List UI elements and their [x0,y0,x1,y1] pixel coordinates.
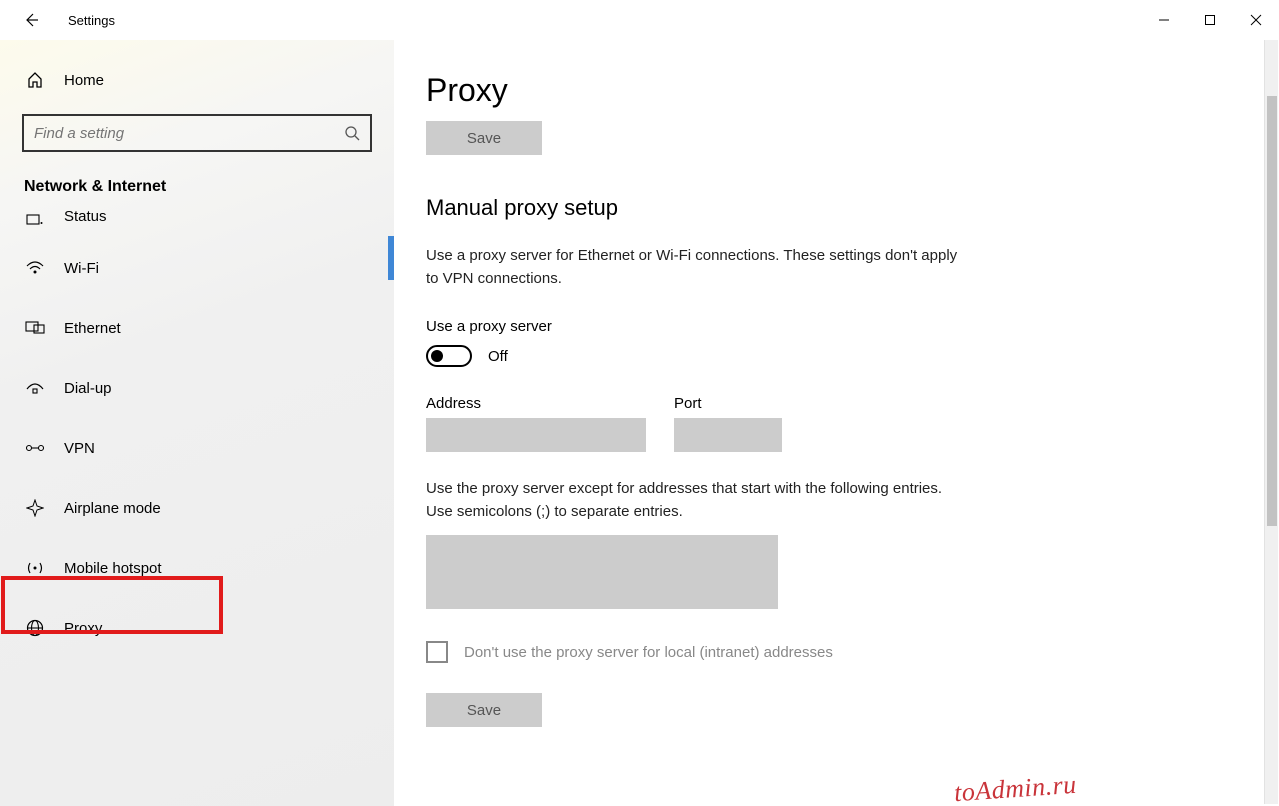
sidebar-item-dialup[interactable]: Dial-up [0,358,394,418]
use-proxy-label: Use a proxy server [426,318,1247,335]
use-proxy-toggle[interactable] [426,345,472,367]
content-area: Proxy Save Manual proxy setup Use a prox… [394,40,1279,806]
back-arrow-icon[interactable] [22,11,40,29]
minimize-button[interactable] [1141,0,1187,40]
toggle-state-label: Off [488,348,508,365]
sidebar-item-status[interactable]: Status [0,206,394,238]
close-button[interactable] [1233,0,1279,40]
hotspot-icon [24,560,46,576]
sidebar-item-label: Dial-up [64,380,112,397]
scroll-thumb[interactable] [1267,96,1277,526]
status-icon [24,214,46,226]
sidebar-item-label: Wi-Fi [64,260,99,277]
wifi-icon [24,261,46,275]
sidebar-item-wifi[interactable]: Wi-Fi [0,238,394,298]
home-label: Home [64,72,104,89]
home-icon [24,71,46,89]
save-button-top[interactable]: Save [426,121,542,155]
ethernet-icon [24,321,46,335]
home-nav[interactable]: Home [0,50,394,110]
sidebar-item-vpn[interactable]: VPN [0,418,394,478]
maximize-button[interactable] [1187,0,1233,40]
nav-list: Status Wi-Fi Ethernet Dial-up [0,206,394,658]
save-button-bottom[interactable]: Save [426,693,542,727]
airplane-icon [24,499,46,517]
watermark: toAdmin.ru [953,770,1078,806]
toggle-knob [431,350,443,362]
category-header: Network & Internet [0,178,394,196]
local-bypass-label: Don't use the proxy server for local (in… [464,644,833,661]
address-label: Address [426,395,646,412]
search-field[interactable] [34,125,344,142]
window-title: Settings [68,13,115,28]
sidebar-item-airplane[interactable]: Airplane mode [0,478,394,538]
save-button-label: Save [467,702,501,719]
page-title: Proxy [426,72,1247,109]
port-input[interactable] [674,418,782,452]
exceptions-input[interactable] [426,535,778,609]
sidebar-item-proxy[interactable]: Proxy [0,598,394,658]
sidebar-item-label: VPN [64,440,95,457]
sidebar-item-label: Mobile hotspot [64,560,162,577]
port-label: Port [674,395,782,412]
scrollbar[interactable] [1264,40,1278,804]
titlebar: Settings [0,0,1279,40]
vpn-icon [24,442,46,454]
search-input[interactable] [22,114,372,152]
proxy-icon [24,619,46,637]
sidebar-item-label: Status [64,208,107,225]
exceptions-description: Use the proxy server except for addresse… [426,478,966,523]
sidebar-item-label: Proxy [64,620,102,637]
sidebar-item-hotspot[interactable]: Mobile hotspot [0,538,394,598]
section-description: Use a proxy server for Ethernet or Wi-Fi… [426,245,966,290]
dialup-icon [24,381,46,395]
sidebar: Home Network & Internet Status [0,40,394,806]
search-icon [344,125,360,141]
save-button-label: Save [467,130,501,147]
section-title: Manual proxy setup [426,195,1247,221]
local-bypass-checkbox[interactable] [426,641,448,663]
address-input[interactable] [426,418,646,452]
sidebar-item-label: Ethernet [64,320,121,337]
sidebar-item-label: Airplane mode [64,500,161,517]
sidebar-item-ethernet[interactable]: Ethernet [0,298,394,358]
